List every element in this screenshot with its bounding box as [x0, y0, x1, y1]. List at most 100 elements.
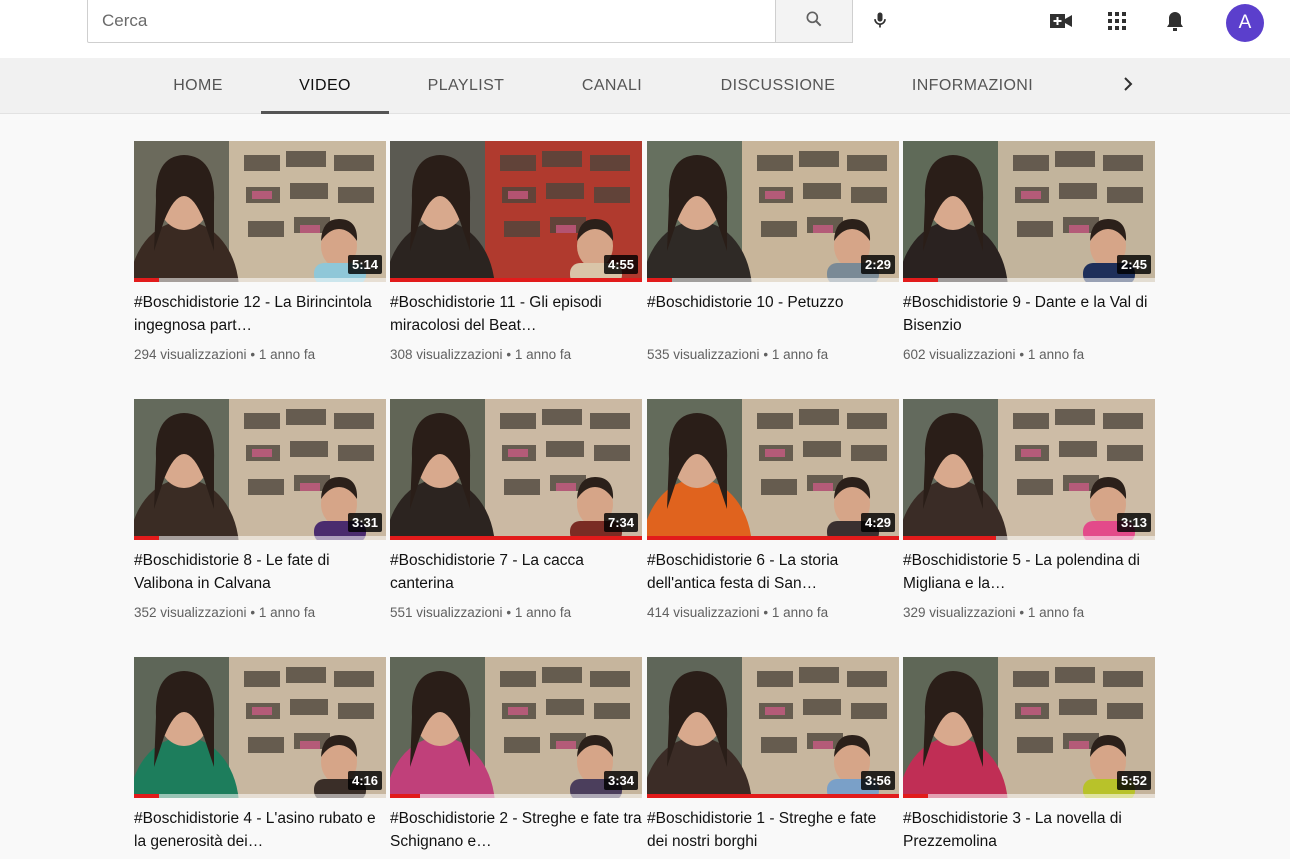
notifications-bell-icon: [1165, 10, 1185, 37]
duration-badge: 7:34: [603, 513, 638, 532]
video-thumbnail[interactable]: 4:29: [647, 399, 899, 540]
video-meta: 294 visualizzazioni • 1 anno fa: [134, 347, 386, 362]
video-title[interactable]: #Boschidistorie 5 - La polendina di Migl…: [903, 549, 1155, 595]
progress-track: [134, 794, 386, 798]
duration-badge: 4:55: [603, 255, 638, 274]
search-button[interactable]: [775, 0, 853, 43]
notifications-button[interactable]: [1158, 6, 1192, 40]
view-count: 294 visualizzazioni: [134, 347, 247, 362]
duration-badge: 5:14: [347, 255, 382, 274]
view-count: 602 visualizzazioni: [903, 347, 1016, 362]
video-meta: 329 visualizzazioni • 1 anno fa: [903, 605, 1155, 620]
voice-search-button[interactable]: [862, 4, 898, 40]
chevron-right-icon: [1122, 76, 1134, 97]
view-count: 414 visualizzazioni: [647, 605, 760, 620]
upload-age: 1 anno fa: [258, 347, 316, 362]
watched-progress-bar: [647, 278, 672, 282]
video-thumbnail[interactable]: 2:29: [647, 141, 899, 282]
tab-canali[interactable]: CANALI: [548, 58, 676, 114]
video-thumbnail[interactable]: 5:14: [134, 141, 386, 282]
view-count: 535 visualizzazioni: [647, 347, 760, 362]
channel-tabs: HOME VIDEO PLAYLIST CANALI DISCUSSIONE I…: [0, 58, 1290, 114]
duration-badge: 3:31: [347, 513, 382, 532]
view-count: 308 visualizzazioni: [390, 347, 503, 362]
video-thumbnail[interactable]: 2:45: [903, 141, 1155, 282]
create-video-icon: [1049, 11, 1073, 36]
meta-separator: •: [250, 347, 256, 362]
watched-progress-bar: [390, 794, 420, 798]
duration-badge: 3:56: [860, 771, 895, 790]
watched-progress-bar: [134, 794, 159, 798]
meta-separator: •: [506, 347, 512, 362]
progress-track: [903, 278, 1155, 282]
video-thumbnail[interactable]: 3:13: [903, 399, 1155, 540]
masthead: A: [0, 0, 1290, 58]
watched-progress-bar: [390, 536, 642, 540]
create-video-button[interactable]: [1044, 6, 1078, 40]
video-meta: 352 visualizzazioni • 1 anno fa: [134, 605, 386, 620]
upload-age: 1 anno fa: [1027, 347, 1085, 362]
progress-track: [903, 794, 1155, 798]
video-title[interactable]: #Boschidistorie 7 - La cacca canterina: [390, 549, 642, 595]
video-title[interactable]: #Boschidistorie 6 - La storia dell'antic…: [647, 549, 899, 595]
meta-separator: •: [763, 347, 769, 362]
apps-grid-icon: [1108, 11, 1126, 35]
upload-age: 1 anno fa: [258, 605, 316, 620]
meta-separator: •: [250, 605, 256, 620]
watched-progress-bar: [647, 536, 899, 540]
watched-progress-bar: [134, 536, 159, 540]
video-thumbnail[interactable]: 3:34: [390, 657, 642, 798]
avatar[interactable]: A: [1226, 4, 1264, 42]
duration-badge: 4:29: [860, 513, 895, 532]
view-count: 352 visualizzazioni: [134, 605, 247, 620]
watched-progress-bar: [903, 536, 996, 540]
tab-home[interactable]: HOME: [148, 58, 248, 114]
progress-track: [647, 278, 899, 282]
upload-age: 1 anno fa: [771, 347, 829, 362]
video-title[interactable]: #Boschidistorie 8 - Le fate di Valibona …: [134, 549, 386, 595]
video-title[interactable]: #Boschidistorie 3 - La novella di Prezze…: [903, 807, 1155, 853]
video-title[interactable]: #Boschidistorie 1 - Streghe e fate dei n…: [647, 807, 899, 853]
search-input[interactable]: [88, 0, 776, 42]
watched-progress-bar: [903, 794, 928, 798]
duration-badge: 2:29: [860, 255, 895, 274]
mic-icon: [870, 9, 890, 36]
search-box: [87, 0, 779, 43]
watched-progress-bar: [134, 278, 159, 282]
video-title[interactable]: #Boschidistorie 12 - La Birincintola ing…: [134, 291, 386, 337]
watched-progress-bar: [390, 278, 642, 282]
video-thumbnail[interactable]: 3:56: [647, 657, 899, 798]
video-thumbnail[interactable]: 7:34: [390, 399, 642, 540]
tab-video[interactable]: VIDEO: [261, 58, 389, 114]
duration-badge: 5:52: [1116, 771, 1151, 790]
progress-track: [390, 794, 642, 798]
upload-age: 1 anno fa: [514, 347, 572, 362]
meta-separator: •: [506, 605, 512, 620]
video-title[interactable]: #Boschidistorie 2 - Streghe e fate tra S…: [390, 807, 642, 853]
view-count: 329 visualizzazioni: [903, 605, 1016, 620]
progress-track: [134, 278, 386, 282]
watched-progress-bar: [903, 278, 938, 282]
meta-separator: •: [1019, 347, 1025, 362]
duration-badge: 3:34: [603, 771, 638, 790]
video-thumbnail[interactable]: 4:55: [390, 141, 642, 282]
upload-age: 1 anno fa: [1027, 605, 1085, 620]
meta-separator: •: [763, 605, 769, 620]
tab-discussione[interactable]: DISCUSSIONE: [698, 58, 858, 114]
tabs-next-button[interactable]: [1108, 58, 1148, 114]
duration-badge: 2:45: [1116, 255, 1151, 274]
video-thumbnail[interactable]: 4:16: [134, 657, 386, 798]
video-title[interactable]: #Boschidistorie 9 - Dante e la Val di Bi…: [903, 291, 1155, 337]
video-thumbnail[interactable]: 5:52: [903, 657, 1155, 798]
tab-informazioni[interactable]: INFORMAZIONI: [890, 58, 1055, 114]
video-thumbnail[interactable]: 3:31: [134, 399, 386, 540]
watched-progress-bar: [647, 794, 899, 798]
video-title[interactable]: #Boschidistorie 10 - Petuzzo: [647, 291, 899, 337]
apps-button[interactable]: [1100, 6, 1134, 40]
tab-playlist[interactable]: PLAYLIST: [402, 58, 530, 114]
video-title[interactable]: #Boschidistorie 4 - L'asino rubato e la …: [134, 807, 386, 853]
view-count: 551 visualizzazioni: [390, 605, 503, 620]
video-title[interactable]: #Boschidistorie 11 - Gli episodi miracol…: [390, 291, 642, 337]
upload-age: 1 anno fa: [771, 605, 829, 620]
search-icon: [804, 9, 824, 34]
